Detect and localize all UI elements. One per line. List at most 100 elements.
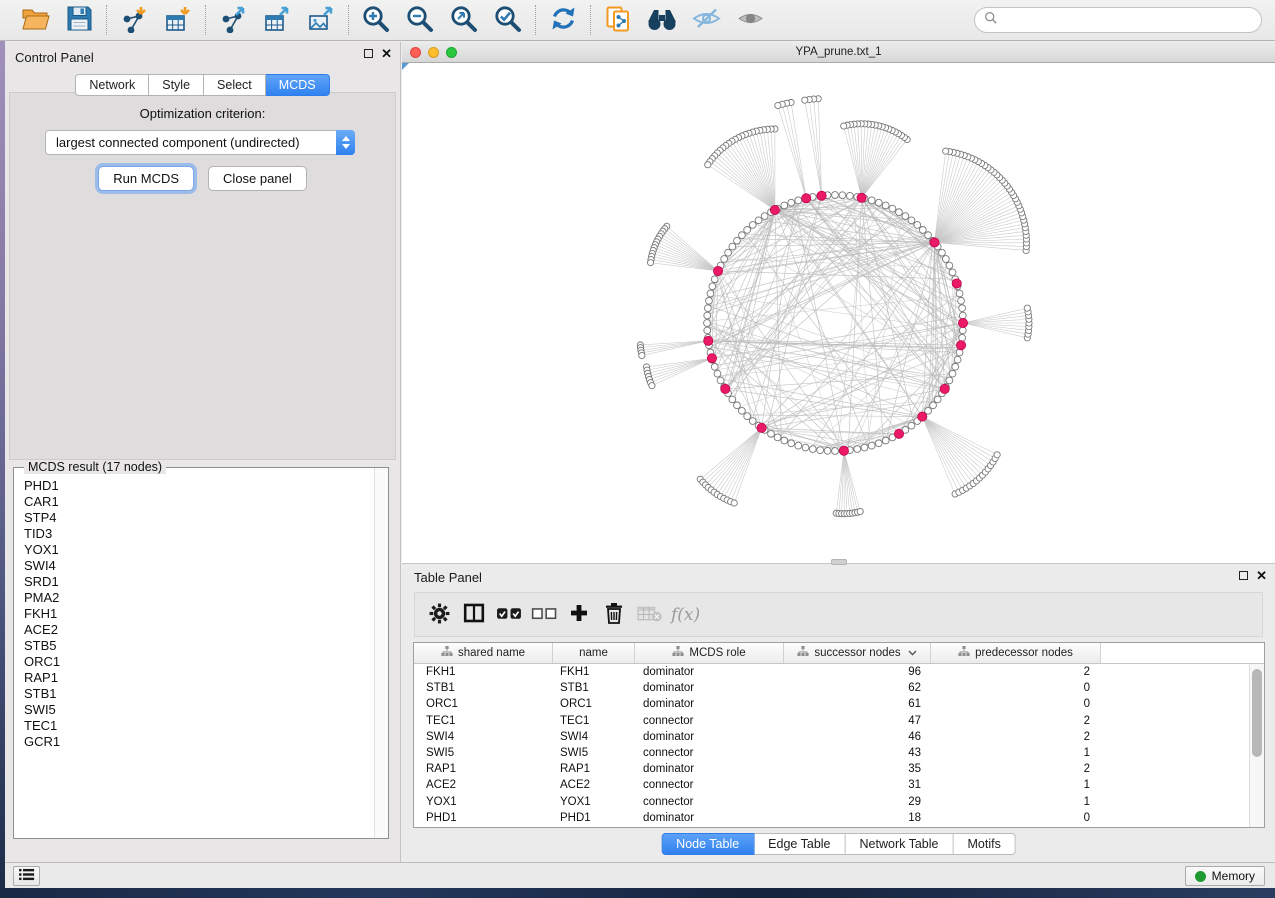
table-cell[interactable]: RAP1 — [414, 763, 553, 775]
table-row[interactable]: YOX1YOX1connector291 — [414, 794, 1249, 810]
table-row[interactable]: FKH1FKH1dominator962 — [414, 664, 1249, 680]
table-cell[interactable]: 62 — [784, 682, 931, 694]
table-scrollbar-thumb[interactable] — [1252, 669, 1262, 757]
table-cell[interactable]: 47 — [784, 715, 931, 727]
mcds-result-list[interactable]: PHD1CAR1STP4TID3YOX1SWI4SRD1PMA2FKH1ACE2… — [15, 478, 373, 837]
table-cell[interactable]: 2 — [931, 715, 1101, 727]
result-list-item[interactable]: SRD1 — [24, 574, 373, 590]
table-cell[interactable]: connector — [635, 715, 784, 727]
import-table-button[interactable] — [159, 4, 197, 36]
result-list-item[interactable]: STB5 — [24, 638, 373, 654]
table-cell[interactable]: 2 — [931, 731, 1101, 743]
result-list-item[interactable]: SWI4 — [24, 558, 373, 574]
delete-row-button[interactable] — [601, 602, 627, 628]
table-cell[interactable]: dominator — [635, 682, 784, 694]
table-cell[interactable]: dominator — [635, 763, 784, 775]
table-cell[interactable]: 2 — [931, 666, 1101, 678]
table-cell[interactable]: YOX1 — [414, 796, 553, 808]
table-cell[interactable]: FKH1 — [414, 666, 553, 678]
table-cell[interactable]: RAP1 — [553, 763, 635, 775]
result-scrollbar[interactable] — [374, 468, 388, 838]
tab-network[interactable]: Network — [75, 74, 149, 96]
table-cell[interactable]: PHD1 — [414, 812, 553, 824]
deselect-all-button[interactable] — [531, 602, 557, 628]
table-cell[interactable]: connector — [635, 796, 784, 808]
table-cell[interactable]: 1 — [931, 796, 1101, 808]
tab-edge-table[interactable]: Edge Table — [754, 833, 845, 855]
float-panel-icon[interactable] — [364, 49, 373, 58]
column-header-shared-name[interactable]: shared name — [414, 643, 553, 663]
table-cell[interactable]: TEC1 — [553, 715, 635, 727]
result-list-item[interactable]: FKH1 — [24, 606, 373, 622]
save-session-button[interactable] — [60, 4, 98, 36]
table-row[interactable]: RAP1RAP1dominator352 — [414, 761, 1249, 777]
table-cell[interactable]: FKH1 — [553, 666, 635, 678]
table-cell[interactable]: 35 — [784, 763, 931, 775]
result-list-item[interactable]: STP4 — [24, 510, 373, 526]
run-mcds-button[interactable]: Run MCDS — [98, 166, 194, 191]
network-window-titlebar[interactable]: YPA_prune.txt_1 — [402, 42, 1275, 63]
tab-style[interactable]: Style — [149, 74, 204, 96]
select-all-button[interactable] — [496, 602, 522, 628]
table-cell[interactable]: 1 — [931, 747, 1101, 759]
column-header-predecessor-nodes[interactable]: predecessor nodes — [931, 643, 1101, 663]
network-canvas[interactable] — [402, 63, 1275, 563]
show-panels-button[interactable] — [13, 866, 40, 886]
table-row[interactable]: SWI4SWI4dominator462 — [414, 729, 1249, 745]
result-list-item[interactable]: TEC1 — [24, 718, 373, 734]
show-all-button[interactable] — [731, 4, 769, 36]
table-row[interactable]: SWI5SWI5connector431 — [414, 745, 1249, 761]
result-list-item[interactable]: TID3 — [24, 526, 373, 542]
table-cell[interactable]: 1 — [931, 779, 1101, 791]
result-list-item[interactable]: ACE2 — [24, 622, 373, 638]
table-row[interactable]: ORC1ORC1dominator610 — [414, 696, 1249, 712]
table-cell[interactable]: ORC1 — [553, 698, 635, 710]
table-cell[interactable]: 96 — [784, 666, 931, 678]
table-cell[interactable]: SWI5 — [414, 747, 553, 759]
result-list-item[interactable]: CAR1 — [24, 494, 373, 510]
search-input[interactable] — [1003, 10, 1261, 30]
table-row[interactable]: PHD1PHD1dominator180 — [414, 810, 1249, 826]
tab-select[interactable]: Select — [204, 74, 266, 96]
splitter-grip[interactable] — [831, 559, 847, 565]
table-cell[interactable]: 2 — [931, 763, 1101, 775]
close-panel-icon[interactable]: ✕ — [381, 49, 392, 58]
export-image-button[interactable] — [302, 4, 340, 36]
column-header-name[interactable]: name — [553, 643, 635, 663]
table-scrollbar[interactable] — [1249, 664, 1264, 827]
network-graph[interactable] — [402, 63, 1273, 562]
table-cell[interactable]: ACE2 — [553, 779, 635, 791]
zoom-fit-button[interactable] — [445, 4, 483, 36]
table-row[interactable]: TEC1TEC1connector472 — [414, 713, 1249, 729]
memory-button[interactable]: Memory — [1185, 866, 1265, 886]
table-cell[interactable]: dominator — [635, 812, 784, 824]
table-cell[interactable]: TEC1 — [414, 715, 553, 727]
export-table-button[interactable] — [258, 4, 296, 36]
table-cell[interactable]: 0 — [931, 812, 1101, 824]
hide-selected-button[interactable] — [687, 4, 725, 36]
table-cell[interactable]: YOX1 — [553, 796, 635, 808]
table-cell[interactable]: dominator — [635, 698, 784, 710]
zoom-out-button[interactable] — [401, 4, 439, 36]
clone-network-button[interactable] — [599, 4, 637, 36]
tab-node-table[interactable]: Node Table — [661, 833, 754, 855]
column-header-MCDS-role[interactable]: MCDS role — [635, 643, 784, 663]
node-table[interactable]: shared namenameMCDS rolesuccessor nodesp… — [413, 642, 1265, 828]
tab-mcds[interactable]: MCDS — [266, 74, 330, 96]
export-network-button[interactable] — [214, 4, 252, 36]
open-file-button[interactable] — [16, 4, 54, 36]
table-cell[interactable]: SWI5 — [553, 747, 635, 759]
result-list-item[interactable]: SWI5 — [24, 702, 373, 718]
result-list-item[interactable]: RAP1 — [24, 670, 373, 686]
close-table-panel-icon[interactable]: ✕ — [1256, 571, 1267, 580]
column-header-successor-nodes[interactable]: successor nodes — [784, 643, 931, 663]
tab-network-table[interactable]: Network Table — [846, 833, 954, 855]
criterion-select[interactable]: largest connected component (undirected) — [45, 130, 355, 155]
table-cell[interactable]: 0 — [931, 698, 1101, 710]
tab-motifs[interactable]: Motifs — [953, 833, 1015, 855]
table-cell[interactable]: connector — [635, 747, 784, 759]
table-cell[interactable]: 29 — [784, 796, 931, 808]
search-box[interactable] — [974, 7, 1262, 33]
result-list-item[interactable]: PHD1 — [24, 478, 373, 494]
table-cell[interactable]: 61 — [784, 698, 931, 710]
